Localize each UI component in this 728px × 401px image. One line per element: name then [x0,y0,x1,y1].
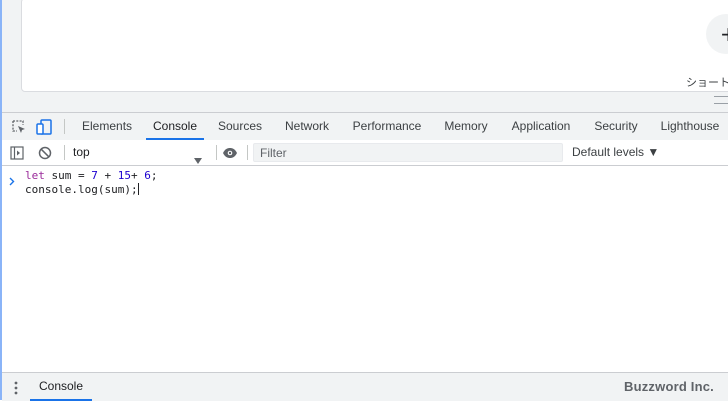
toolbar-divider [216,145,217,160]
tab-sources[interactable]: Sources [218,113,262,140]
tab-security[interactable]: Security [594,113,638,140]
tab-performance[interactable]: Performance [352,113,422,140]
code-token: ; [150,169,158,182]
tab-memory[interactable]: Memory [442,113,490,140]
prompt-chevron-icon [9,171,15,190]
plus-icon[interactable]: + [720,22,728,46]
add-shortcut-label[interactable]: ショート [686,74,728,90]
console-sidebar-icon[interactable] [8,140,26,165]
code-token: 7 [91,169,98,182]
code-token: console.log(sum); [25,183,138,196]
code-token: let [25,169,45,182]
eye-icon[interactable] [220,140,240,165]
watermark: Buzzword Inc. [624,379,714,394]
code-token: 15 [117,169,131,182]
drawer-bar: Console Buzzword Inc. [2,372,728,401]
tab-elements[interactable]: Elements [82,113,132,140]
code-token: sum = [44,169,92,182]
code-token: + [130,169,145,182]
drawer-tab-console[interactable]: Console [30,373,92,401]
inspect-element-icon[interactable] [10,113,28,140]
filter-input[interactable] [253,143,563,162]
tab-network[interactable]: Network [283,113,331,140]
device-toolbar-icon[interactable] [34,113,54,140]
page-content-card [21,0,728,92]
code-token: 6 [144,169,151,182]
context-selector[interactable]: top [68,140,208,165]
tab-lighthouse[interactable]: Lighthouse [660,113,720,140]
code-token: + [97,169,118,182]
console-output[interactable]: let sum = 7 + 15+ 6; console.log(sum); [2,166,728,371]
console-toolbar: top Default levels ▼ [2,140,728,166]
page-viewport: + ショート [0,0,728,112]
toolbar-divider [247,145,248,160]
toolbar-divider [64,119,65,134]
tab-application[interactable]: Application [510,113,572,140]
tab-console[interactable]: Console [146,113,204,140]
context-value: top [73,145,90,159]
text-cursor [137,183,139,195]
more-menu-icon[interactable] [13,380,19,395]
devtools-tab-bar: Elements Console Sources Network Perform… [2,112,728,141]
console-input-line[interactable]: let sum = 7 + 15+ 6; [25,169,157,183]
devtools-resize-handle[interactable] [714,96,728,104]
toolbar-divider [64,145,65,160]
log-levels-dropdown[interactable]: Default levels ▼ [572,140,659,165]
console-input-line[interactable]: console.log(sum); [25,183,139,197]
clear-console-icon[interactable] [36,140,54,165]
